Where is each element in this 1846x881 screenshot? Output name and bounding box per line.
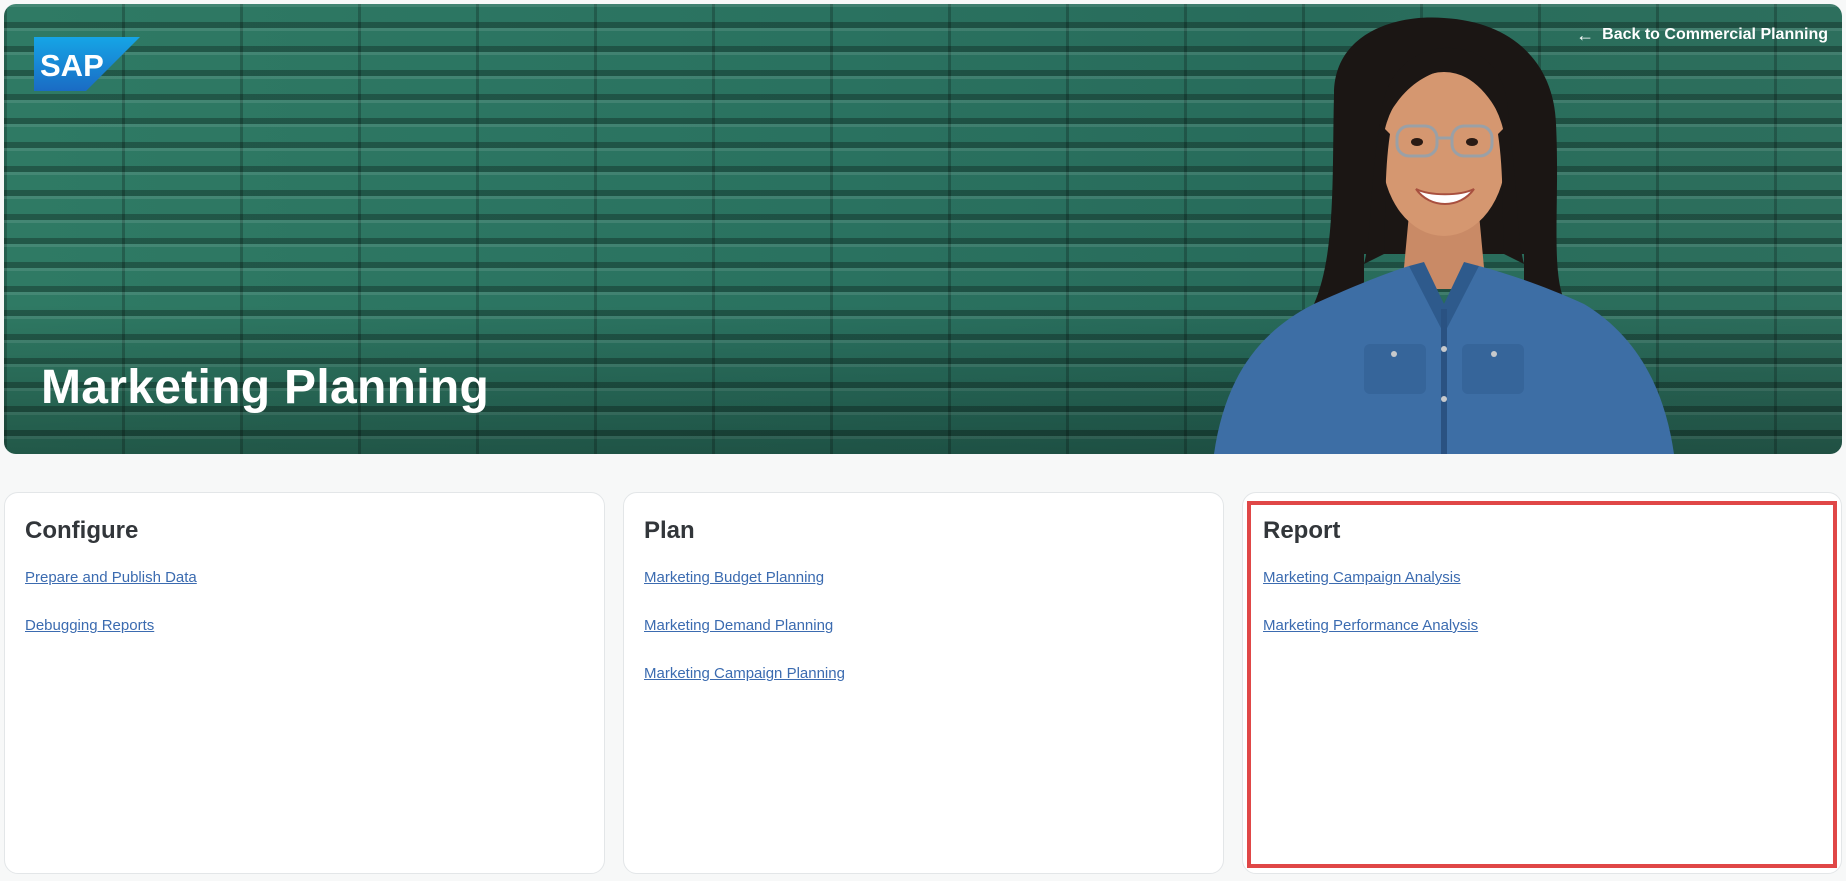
plan-card: Plan Marketing Budget Planning Marketing… [623, 492, 1224, 874]
marketing-campaign-analysis-link[interactable]: Marketing Campaign Analysis [1263, 569, 1461, 586]
marketing-performance-analysis-link[interactable]: Marketing Performance Analysis [1263, 617, 1478, 634]
configure-card: Configure Prepare and Publish Data Debug… [4, 492, 605, 874]
svg-text:SAP: SAP [40, 48, 104, 83]
card-title-report: Report [1263, 517, 1341, 544]
arrow-left-icon: ← [1576, 25, 1595, 45]
report-card: Report Marketing Campaign Analysis Marke… [1242, 492, 1842, 874]
list-item: Marketing Performance Analysis [1263, 617, 1821, 638]
marketing-demand-planning-link[interactable]: Marketing Demand Planning [644, 617, 833, 634]
marketing-campaign-planning-link[interactable]: Marketing Campaign Planning [644, 665, 845, 682]
page-title: Marketing Planning [41, 361, 490, 414]
card-title-plan: Plan [644, 517, 695, 544]
plan-link-list: Marketing Budget Planning Marketing Dema… [644, 569, 1203, 686]
marketing-budget-planning-link[interactable]: Marketing Budget Planning [644, 569, 824, 586]
hero-banner: SAP ← Back to Commercial Planning Market… [4, 4, 1842, 454]
hero-portrait-image [1214, 17, 1674, 454]
card-title-configure: Configure [25, 517, 139, 544]
list-item: Marketing Campaign Analysis [1263, 569, 1821, 590]
list-item: Marketing Campaign Planning [644, 665, 1203, 686]
back-link-label: Back to Commercial Planning [1602, 26, 1828, 43]
prepare-and-publish-data-link[interactable]: Prepare and Publish Data [25, 569, 197, 586]
configure-link-list: Prepare and Publish Data Debugging Repor… [25, 569, 584, 638]
back-to-commercial-planning-link[interactable]: ← Back to Commercial Planning [1576, 26, 1828, 44]
sap-logo: SAP [34, 37, 140, 91]
list-item: Debugging Reports [25, 617, 584, 638]
list-item: Marketing Demand Planning [644, 617, 1203, 638]
report-link-list: Marketing Campaign Analysis Marketing Pe… [1263, 569, 1821, 638]
debugging-reports-link[interactable]: Debugging Reports [25, 617, 154, 634]
list-item: Marketing Budget Planning [644, 569, 1203, 590]
list-item: Prepare and Publish Data [25, 569, 584, 590]
